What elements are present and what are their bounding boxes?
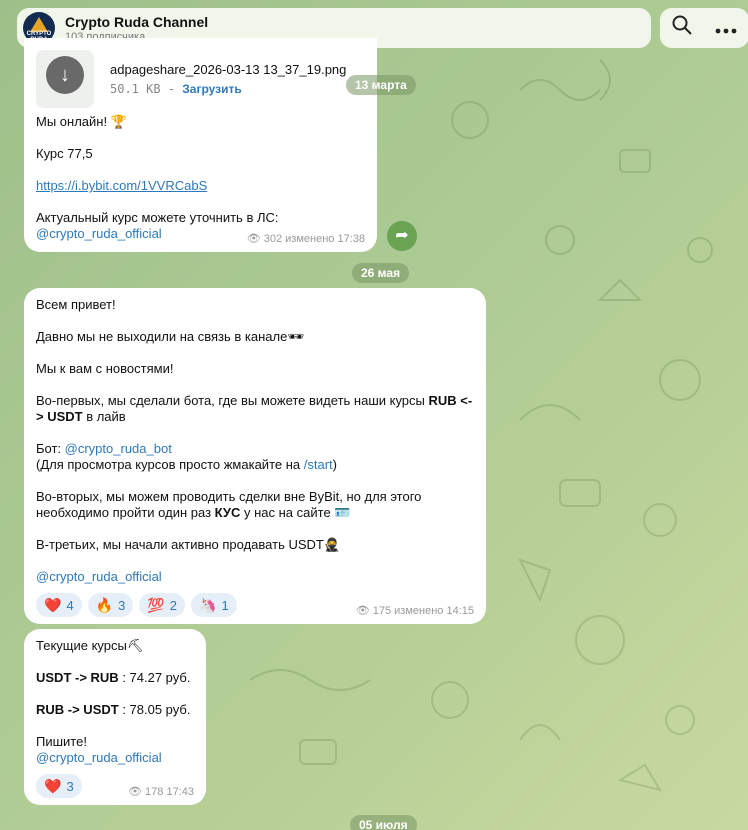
ninja-emoji: 🕶 xyxy=(287,329,304,344)
download-link[interactable]: Загрузить xyxy=(182,82,241,96)
bot-mention-link[interactable]: @crypto_ruda_bot xyxy=(65,441,172,456)
message-meta: 👁 178 17:43 xyxy=(128,785,194,798)
mention-link[interactable]: @crypto_ruda_official xyxy=(36,750,162,765)
message-text: ) xyxy=(332,457,337,472)
bybit-link[interactable]: https://i.bybit.com/1VVRCabS xyxy=(36,178,207,193)
id-card-emoji: 🪪 xyxy=(334,505,351,520)
file-separator: - xyxy=(160,82,183,96)
reaction-unicorn[interactable]: 🦄 1 xyxy=(191,593,237,617)
edited-time: изменено 17:38 xyxy=(285,233,365,245)
mention-link[interactable]: @crypto_ruda_official xyxy=(36,569,162,584)
more-icon[interactable] xyxy=(715,17,737,40)
view-count: 302 xyxy=(263,233,283,245)
message-text: Текущие курсы xyxy=(36,638,127,653)
date-separator: 05 июля xyxy=(350,815,417,830)
channel-title[interactable]: Crypto Ruda Channel xyxy=(65,14,208,30)
message-bubble-1: ↓ adpageshare_2026-03-13 13_37_19.png 50… xyxy=(24,38,377,252)
message-text: Курс 77,5 xyxy=(36,146,93,161)
message-text: Бот: xyxy=(36,441,65,456)
reaction-fire[interactable]: 🔥 3 xyxy=(87,593,134,617)
date-separator: 13 марта xyxy=(346,75,416,95)
message-text: Пишите! xyxy=(36,734,87,749)
mention-link[interactable]: @crypto_ruda_official xyxy=(36,226,162,241)
eye-icon: 👁 xyxy=(246,233,261,245)
bold-text: USDT -> RUB xyxy=(36,670,119,685)
message-text: Давно мы не выходили на связь в канале xyxy=(36,329,288,344)
ninja-emoji: 🥷 xyxy=(323,537,341,552)
message-text: В-третьих, мы начали активно продавать U… xyxy=(36,537,324,552)
message-text: Во-первых, мы сделали бота, где вы может… xyxy=(36,393,429,408)
message-text: Всем привет! xyxy=(36,297,116,312)
date-separator: 26 мая xyxy=(352,263,410,283)
message-meta: 👁 175 изменено 14:15 xyxy=(356,604,474,617)
rate-value: : 74.27 руб. xyxy=(118,670,191,685)
message-text: у нас на сайте xyxy=(240,505,331,520)
pickaxe-emoji: ⛏ xyxy=(126,638,144,653)
message-text: Мы онлайн! xyxy=(36,114,108,129)
eye-icon: 👁 xyxy=(128,786,142,798)
logo-triangle-icon xyxy=(30,17,48,32)
message-bubble-3: Текущие курсы⛏ USDT -> RUB : 74.27 руб. … xyxy=(24,629,206,805)
file-size: 50.1 KB xyxy=(110,82,161,96)
reaction-heart[interactable]: ❤️ 4 xyxy=(36,593,82,617)
view-count: 175 xyxy=(372,605,392,617)
eye-icon: 👁 xyxy=(355,605,370,617)
edited-time: изменено 14:15 xyxy=(394,605,474,617)
file-thumbnail[interactable]: ↓ xyxy=(36,50,94,108)
message-text: (Для просмотра курсов просто жмакайте на xyxy=(36,457,304,472)
view-count: 178 xyxy=(145,786,164,798)
download-icon[interactable]: ↓ xyxy=(46,56,84,94)
trophy-emoji: 🏆 xyxy=(110,114,127,129)
message-text: Мы к вам с новостями! xyxy=(36,361,174,376)
message-text: в лайв xyxy=(82,409,126,424)
forward-icon[interactable]: ➦ xyxy=(387,221,417,251)
message-meta: 👁 302 изменено 17:38 xyxy=(247,232,365,245)
message-text: Актуальный курс можете уточнить в ЛС: xyxy=(36,210,279,225)
file-name: adpageshare_2026-03-13 13_37_19.png xyxy=(110,62,347,77)
file-attachment[interactable]: ↓ adpageshare_2026-03-13 13_37_19.png 50… xyxy=(36,50,365,108)
search-icon[interactable] xyxy=(672,15,692,41)
message-time: 17:43 xyxy=(166,786,194,798)
reaction-heart[interactable]: ❤️ 3 xyxy=(36,774,82,798)
reaction-hundred[interactable]: 💯 2 xyxy=(139,593,186,617)
rate-value: : 78.05 руб. xyxy=(118,702,191,717)
bold-text: RUB -> USDT xyxy=(36,702,119,717)
bold-text: КУС xyxy=(214,505,241,520)
message-bubble-2: Всем привет! Давно мы не выходили на свя… xyxy=(24,288,486,624)
header-actions xyxy=(660,8,748,48)
start-command-link[interactable]: /start xyxy=(304,457,333,472)
